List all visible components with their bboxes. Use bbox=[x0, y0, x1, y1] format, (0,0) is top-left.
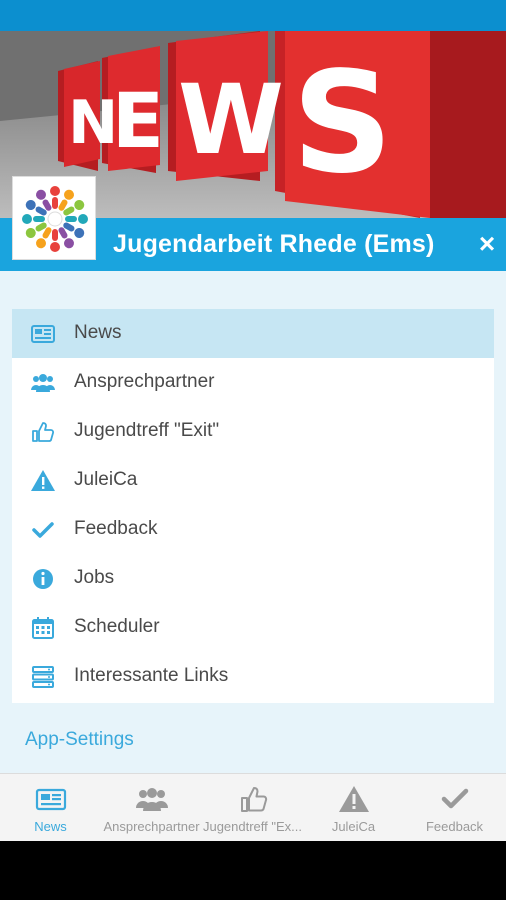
menu-item-label: Scheduler bbox=[74, 616, 160, 637]
warning-icon bbox=[31, 470, 55, 491]
banner-letter-n: N bbox=[68, 88, 118, 158]
navigation-drawer: News Ansprechpartner Jugendtreff "Exit" … bbox=[0, 271, 506, 773]
tab-ansprechpartner[interactable]: Ansprechpartner bbox=[101, 774, 202, 842]
menu-item-label: Interessante Links bbox=[74, 665, 229, 686]
people-circle-logo-icon bbox=[22, 186, 88, 252]
newspaper-icon bbox=[31, 325, 55, 343]
users-icon bbox=[136, 788, 168, 811]
thumbs-up-icon bbox=[241, 787, 268, 812]
thumbs-up-icon bbox=[32, 422, 55, 442]
menu-item-label: Jugendtreff "Exit" bbox=[74, 420, 220, 441]
info-icon bbox=[33, 569, 53, 589]
banner-letter-s: S bbox=[292, 42, 393, 205]
menu-item-feedback[interactable]: Feedback bbox=[12, 505, 494, 554]
menu-item-jobs[interactable]: Jobs bbox=[12, 554, 494, 603]
app-title: Jugendarbeit Rhede (Ems) bbox=[113, 230, 435, 258]
tab-feedback[interactable]: Feedback bbox=[404, 774, 505, 842]
menu-item-interessante-links[interactable]: Interessante Links bbox=[12, 652, 494, 701]
menu-item-label: Jobs bbox=[74, 567, 115, 588]
tab-label: Ansprechpartner bbox=[103, 819, 200, 834]
calendar-icon bbox=[32, 617, 54, 639]
tab-juleica[interactable]: JuleiCa bbox=[303, 774, 404, 842]
menu-item-ansprechpartner[interactable]: Ansprechpartner bbox=[12, 358, 494, 407]
bottom-tab-bar: News Ansprechpartner Jugendtreff "Ex... … bbox=[0, 773, 506, 841]
menu-item-label: Feedback bbox=[74, 518, 158, 539]
newspaper-icon bbox=[35, 788, 67, 811]
system-navigation-bar bbox=[0, 841, 506, 900]
tab-label: Jugendtreff "Ex... bbox=[202, 819, 303, 834]
app-settings-link[interactable]: App-Settings bbox=[25, 729, 134, 751]
server-icon bbox=[32, 666, 54, 688]
menu-item-label: News bbox=[74, 322, 122, 343]
menu-item-label: JuleiCa bbox=[74, 469, 138, 490]
users-icon bbox=[31, 374, 55, 392]
tab-label: JuleiCa bbox=[331, 819, 376, 834]
menu-item-label: Ansprechpartner bbox=[74, 371, 215, 392]
banner-letter-e: E bbox=[112, 76, 164, 165]
warning-icon bbox=[339, 786, 369, 812]
check-icon bbox=[441, 788, 469, 809]
menu-list: News Ansprechpartner Jugendtreff "Exit" … bbox=[12, 309, 494, 703]
check-icon bbox=[32, 522, 54, 538]
status-bar bbox=[0, 0, 506, 31]
menu-item-scheduler[interactable]: Scheduler bbox=[12, 603, 494, 652]
menu-item-news[interactable]: News bbox=[12, 309, 494, 358]
banner-letter-w: W bbox=[178, 64, 284, 176]
tab-label: Feedback bbox=[425, 819, 484, 834]
tab-news[interactable]: News bbox=[0, 774, 101, 842]
menu-item-jugendtreff[interactable]: Jugendtreff "Exit" bbox=[12, 407, 494, 456]
tab-label: News bbox=[34, 819, 67, 834]
menu-item-juleica[interactable]: JuleiCa bbox=[12, 456, 494, 505]
close-drawer-button[interactable]: × bbox=[472, 226, 502, 262]
tab-jugendtreff[interactable]: Jugendtreff "Ex... bbox=[202, 774, 303, 842]
app-logo bbox=[12, 176, 96, 260]
